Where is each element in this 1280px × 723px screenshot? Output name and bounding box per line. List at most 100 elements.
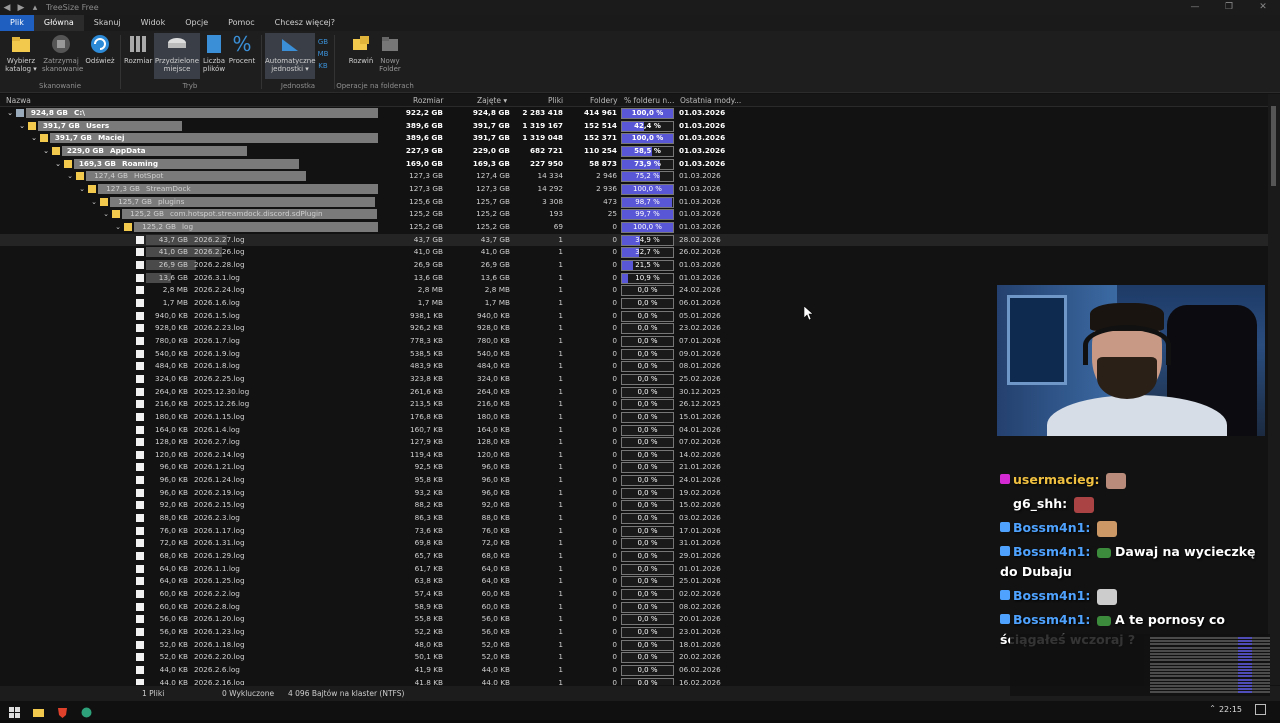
unit-gb-button[interactable]: GB xyxy=(316,36,330,48)
menu-scan[interactable]: Skanuj xyxy=(84,15,131,31)
row-files: 14 334 xyxy=(537,171,563,181)
tree-row[interactable]: 43,7 GB 2026.2.27.log 43,7 GB 43,7 GB 1 0 34,9… xyxy=(0,233,1268,247)
expand-toggle-icon[interactable]: ⌄ xyxy=(90,196,98,209)
tree-row[interactable]: ⌄ 125,7 GB plugins 125,6 GB 125,7 GB 3 308 473… xyxy=(0,196,1268,209)
folder-icon xyxy=(52,146,60,155)
scrollbar-thumb[interactable] xyxy=(1271,106,1276,186)
windows-start-icon[interactable] xyxy=(8,704,21,718)
tree-row[interactable]: 13,6 GB 2026.3.1.log 13,6 GB 13,6 GB 1 0 10,9 … xyxy=(0,272,1268,285)
file-count-button[interactable]: Liczba plików xyxy=(202,33,226,73)
percent-bar: 21,5 % xyxy=(621,259,674,271)
row-size: 65,7 KB xyxy=(414,551,443,561)
expand-toggle-icon[interactable]: ⌄ xyxy=(102,208,110,221)
menu-options[interactable]: Opcje xyxy=(175,15,218,31)
brave-browser-icon[interactable] xyxy=(56,704,69,718)
up-icon[interactable]: ▴ xyxy=(28,3,42,13)
refresh-button[interactable]: Odśwież xyxy=(84,33,116,65)
tree-row[interactable]: 41,0 GB 2026.2.26.log 41,0 GB 41,0 GB 1 0 32,7… xyxy=(0,246,1268,259)
row-size: 88,2 KB xyxy=(414,500,443,510)
file-icon xyxy=(136,488,144,497)
tray-chevron-icon[interactable]: ⌃ xyxy=(1209,704,1216,713)
row-files: 1 xyxy=(558,614,563,624)
column-allocated[interactable]: Zajęte ▾ xyxy=(477,96,507,105)
row-files: 1 xyxy=(558,513,563,523)
new-folder-button[interactable]: Nowy Folder xyxy=(374,33,406,73)
column-files[interactable]: Pliki xyxy=(548,96,563,105)
percent-button[interactable]: % Procent xyxy=(228,33,256,65)
auto-units-button[interactable]: Automatyczne jednostki ▾ xyxy=(265,33,316,79)
row-modified: 01.03.2026 xyxy=(679,209,721,219)
minimize-icon[interactable]: — xyxy=(1178,0,1212,15)
column-folders[interactable]: Foldery xyxy=(590,96,618,105)
tree-row[interactable]: ⌄ 229,0 GB AppData 227,9 GB 229,0 GB 682 721 1… xyxy=(0,145,1268,158)
row-size: 127,3 GB xyxy=(409,183,443,193)
forward-icon[interactable]: ▶ xyxy=(14,3,28,13)
tree-row[interactable]: ⌄ 125,2 GB com.hotspot.streamdock.discord.… xyxy=(0,208,1268,221)
row-allocated: 52,0 KB xyxy=(481,652,510,662)
row-size: 92,5 KB xyxy=(414,462,443,472)
row-folders: 0 xyxy=(612,589,617,599)
menu-help[interactable]: Pomoc xyxy=(218,15,265,31)
notifications-icon[interactable] xyxy=(1255,704,1266,715)
row-size: 176,8 KB xyxy=(410,411,443,421)
tree-row[interactable]: ⌄ 924,8 GB C:\ 922,2 GB 924,8 GB 2 283 418 414… xyxy=(0,107,1268,120)
row-size-label: 128,0 KB xyxy=(155,437,188,447)
row-modified: 01.01.2026 xyxy=(679,563,721,573)
tree-row[interactable]: ⌄ 391,7 GB Users 389,6 GB 391,7 GB 1 319 167 1… xyxy=(0,120,1268,133)
treesize-taskbar-icon[interactable] xyxy=(80,704,93,718)
unit-kb-button[interactable]: KB xyxy=(316,60,330,72)
file-explorer-icon[interactable] xyxy=(32,704,45,717)
back-icon[interactable]: ◀ xyxy=(0,3,14,13)
menu-view[interactable]: Widok xyxy=(131,15,176,31)
row-modified: 06.01.2026 xyxy=(679,297,721,307)
row-allocated: 324,0 KB xyxy=(477,373,510,383)
expand-toggle-icon[interactable]: ⌄ xyxy=(114,221,122,234)
allocated-space-button[interactable]: Przydzielone miejsce xyxy=(154,33,200,79)
expand-toggle-icon[interactable]: ⌄ xyxy=(6,107,14,120)
file-icon xyxy=(136,260,144,269)
file-icon xyxy=(136,400,144,409)
expand-button[interactable]: Rozwiń xyxy=(344,33,378,65)
tree-row[interactable]: ⌄ 127,4 GB HotSpot 127,3 GB 127,4 GB 14 334 2 … xyxy=(0,170,1268,183)
menu-want-more[interactable]: Chcesz więcej? xyxy=(265,15,345,31)
tree-row[interactable]: ⌄ 391,7 GB Maciej 389,6 GB 391,7 GB 1 319 048… xyxy=(0,132,1268,145)
expand-toggle-icon[interactable]: ⌄ xyxy=(30,132,38,145)
tree-row[interactable]: 26,9 GB 2026.2.28.log 26,9 GB 26,9 GB 1 0 21,5… xyxy=(0,259,1268,272)
stop-scan-button[interactable]: Zatrzymaj skanowanie xyxy=(42,33,83,73)
expand-toggle-icon[interactable]: ⌄ xyxy=(42,145,50,158)
maximize-icon[interactable]: ❐ xyxy=(1212,0,1246,15)
row-files: 14 292 xyxy=(537,183,563,193)
unit-mb-button[interactable]: MB xyxy=(316,48,330,60)
row-size: 41,9 KB xyxy=(414,665,443,675)
vertical-scrollbar[interactable] xyxy=(1268,94,1280,685)
chat-badge-icon xyxy=(1000,546,1010,556)
file-icon xyxy=(136,349,144,358)
column-size[interactable]: Rozmiar xyxy=(413,96,443,105)
expand-toggle-icon[interactable]: ⌄ xyxy=(18,120,26,133)
row-folders: 0 xyxy=(612,627,617,637)
row-size-label: 96,0 KB xyxy=(159,462,188,472)
tree-row[interactable]: 120,0 KB 2026.2.14.log 119,4 KB 120,0 KB 1 0 0… xyxy=(0,449,1268,462)
tree-row[interactable]: ⌄ 169,3 GB Roaming 169,0 GB 169,3 GB 227 950 5… xyxy=(0,158,1268,171)
row-folders: 0 xyxy=(612,247,617,257)
expand-toggle-icon[interactable]: ⌄ xyxy=(66,170,74,183)
expand-toggle-icon[interactable]: ⌄ xyxy=(54,158,62,171)
tree-row[interactable]: ⌄ 125,2 GB log 125,2 GB 125,2 GB 69 0 100,0 % 01… xyxy=(0,221,1268,234)
expand-toggle-icon[interactable]: ⌄ xyxy=(78,183,86,196)
size-mode-button[interactable]: Rozmiar xyxy=(124,33,152,65)
row-modified: 15.02.2026 xyxy=(679,500,721,510)
column-percent[interactable]: % folderu n... xyxy=(624,96,674,105)
column-name[interactable]: Nazwa xyxy=(6,96,31,105)
row-files: 3 308 xyxy=(542,196,563,206)
tree-row[interactable]: 128,0 KB 2026.2.7.log 127,9 KB 128,0 KB 1 0 0,… xyxy=(0,436,1268,449)
close-icon[interactable]: ✕ xyxy=(1246,0,1280,15)
clock[interactable]: 22:15 xyxy=(1219,705,1242,714)
row-folders: 0 xyxy=(612,551,617,561)
percent-bar: 0,0 % xyxy=(621,285,674,297)
menu-home[interactable]: Główna xyxy=(33,15,84,31)
menu-file[interactable]: Plik xyxy=(0,15,34,31)
file-icon xyxy=(136,602,144,611)
tree-row[interactable]: ⌄ 127,3 GB StreamDock 127,3 GB 127,3 GB 14 29… xyxy=(0,183,1268,196)
column-modified[interactable]: Ostatnia mody... xyxy=(680,96,741,105)
select-directory-button[interactable]: Wybierz katalog ▾ xyxy=(4,33,38,73)
